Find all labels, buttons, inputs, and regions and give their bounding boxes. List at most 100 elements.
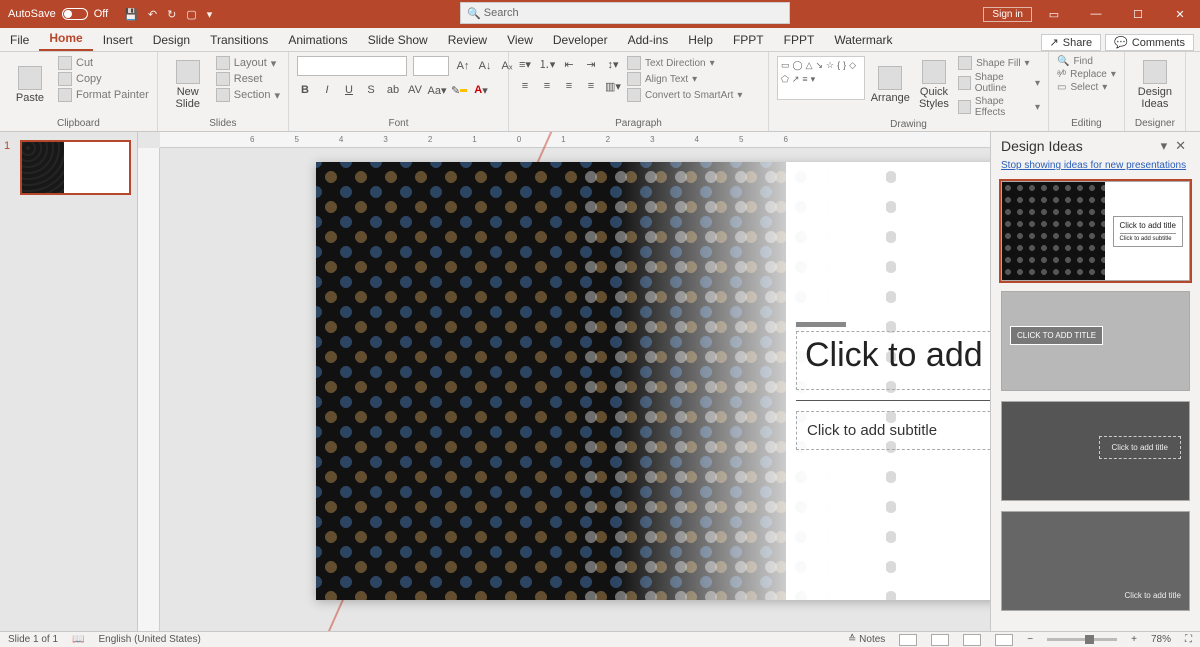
title-placeholder[interactable]: Click to add title (796, 331, 990, 390)
strike-button[interactable]: S (363, 82, 379, 98)
tab-watermark[interactable]: Watermark (824, 29, 902, 51)
case-button[interactable]: Aa▾ (429, 82, 445, 98)
tab-file[interactable]: File (0, 29, 39, 51)
tab-fppt2[interactable]: FPPT (774, 29, 825, 51)
tab-help[interactable]: Help (678, 29, 723, 51)
slide-canvas[interactable]: Click to add title Click to add subtitle (316, 162, 990, 600)
notes-button[interactable]: ≙ Notes (848, 634, 885, 645)
replace-button[interactable]: ᵃ⁄ᵇ Replace ▾ (1057, 69, 1116, 80)
indent-inc-button[interactable]: ⇥ (583, 56, 599, 72)
spacing-button[interactable]: AV (407, 82, 423, 98)
tab-fppt1[interactable]: FPPT (723, 29, 774, 51)
design-idea-2[interactable]: CLICK TO ADD TITLE (1001, 291, 1190, 391)
new-slide-button[interactable]: New Slide (166, 56, 210, 114)
design-ideas-button[interactable]: Design Ideas (1133, 56, 1177, 114)
indent-dec-button[interactable]: ⇤ (561, 56, 577, 72)
close-button[interactable]: ✕ (1160, 0, 1200, 28)
font-color-button[interactable]: A▾ (473, 82, 489, 98)
design-idea-3[interactable]: Click to add title (1001, 401, 1190, 501)
tab-animations[interactable]: Animations (278, 29, 357, 51)
format-painter-button[interactable]: Format Painter (58, 88, 149, 102)
design-ideas-icon (1143, 60, 1167, 84)
ribbon-display-icon[interactable]: ▭ (1034, 0, 1074, 28)
tab-design[interactable]: Design (143, 29, 200, 51)
copy-button[interactable]: Copy (58, 72, 149, 86)
design-idea-4[interactable]: Click to add title (1001, 511, 1190, 611)
normal-view-button[interactable] (899, 634, 917, 646)
zoom-out-button[interactable]: − (1027, 634, 1033, 645)
shape-fill-button[interactable]: Shape Fill ▾ (958, 56, 1040, 70)
text-direction-button[interactable]: Text Direction ▾ (627, 56, 742, 70)
select-button[interactable]: ▭ Select ▾ (1057, 82, 1116, 93)
tab-developer[interactable]: Developer (543, 29, 618, 51)
maximize-button[interactable]: ☐ (1118, 0, 1158, 28)
sorter-view-button[interactable] (931, 634, 949, 646)
reset-button[interactable]: Reset (216, 72, 280, 86)
pane-dropdown-icon[interactable]: ▾ (1157, 138, 1172, 154)
zoom-in-button[interactable]: + (1131, 634, 1137, 645)
bold-button[interactable]: B (297, 82, 313, 98)
align-text-button[interactable]: Align Text ▾ (627, 72, 742, 86)
justify-button[interactable]: ≡ (583, 78, 599, 94)
slide-thumbnail-1[interactable] (20, 140, 131, 195)
redo-icon[interactable]: ↻ (167, 8, 176, 21)
align-center-button[interactable]: ≡ (539, 78, 555, 94)
bullets-button[interactable]: ≡▾ (517, 56, 533, 72)
language-status[interactable]: English (United States) (99, 634, 201, 645)
slide-editor[interactable]: 6543210123456 Click to add title Click t… (138, 132, 990, 631)
spellcheck-icon[interactable]: 📖 (72, 634, 84, 645)
underline-button[interactable]: U (341, 82, 357, 98)
tab-view[interactable]: View (497, 29, 543, 51)
fit-window-button[interactable]: ⛶ (1185, 634, 1192, 645)
shapes-gallery[interactable]: ▭◯△↘☆{}◇⬠↗≡▾ (777, 56, 865, 100)
section-button[interactable]: Section ▾ (216, 88, 280, 102)
font-family-select[interactable] (297, 56, 407, 76)
zoom-slider[interactable] (1047, 638, 1117, 641)
tab-home[interactable]: Home (39, 27, 92, 51)
shape-effects-button[interactable]: Shape Effects ▾ (958, 96, 1040, 118)
cut-button[interactable]: Cut (58, 56, 149, 70)
line-spacing-button[interactable]: ↕▾ (605, 56, 621, 72)
align-right-button[interactable]: ≡ (561, 78, 577, 94)
tab-review[interactable]: Review (438, 29, 497, 51)
font-size-select[interactable] (413, 56, 449, 76)
increase-font-icon[interactable]: A↑ (455, 58, 471, 74)
undo-icon[interactable]: ↶ (148, 8, 157, 21)
autosave-toggle[interactable]: AutoSave Off (0, 8, 116, 20)
highlight-color-button[interactable]: ✎ (451, 82, 467, 98)
share-button[interactable]: ↗Share (1041, 34, 1102, 51)
save-icon[interactable]: 💾 (124, 8, 138, 21)
minimize-button[interactable]: — (1076, 0, 1116, 28)
columns-button[interactable]: ▥▾ (605, 78, 621, 94)
tab-addins[interactable]: Add-ins (618, 29, 679, 51)
tab-slideshow[interactable]: Slide Show (358, 29, 438, 51)
slideshow-view-button[interactable] (995, 634, 1013, 646)
tab-insert[interactable]: Insert (93, 29, 143, 51)
reading-view-button[interactable] (963, 634, 981, 646)
shadow-button[interactable]: ab (385, 82, 401, 98)
sign-in-button[interactable]: Sign in (983, 7, 1032, 22)
comments-button[interactable]: 💬Comments (1105, 34, 1194, 51)
arrange-button[interactable]: Arrange (871, 56, 910, 114)
decrease-font-icon[interactable]: A↓ (477, 58, 493, 74)
align-left-button[interactable]: ≡ (517, 78, 533, 94)
slide-thumbnails-panel: 1 (0, 132, 138, 631)
italic-button[interactable]: I (319, 82, 335, 98)
zoom-level[interactable]: 78% (1151, 634, 1171, 645)
smartart-button[interactable]: Convert to SmartArt ▾ (627, 88, 742, 102)
stop-ideas-link[interactable]: Stop showing ideas for new presentations (991, 160, 1200, 177)
shape-outline-button[interactable]: Shape Outline ▾ (958, 72, 1040, 94)
start-slideshow-icon[interactable]: ▢ (186, 8, 196, 21)
design-idea-1[interactable]: Click to add titleClick to add subtitle (1001, 181, 1190, 281)
ribbon: Paste Cut Copy Format Painter Clipboard … (0, 52, 1200, 132)
tab-transitions[interactable]: Transitions (200, 29, 278, 51)
paste-button[interactable]: Paste (8, 56, 52, 114)
subtitle-placeholder[interactable]: Click to add subtitle (796, 411, 990, 450)
search-box[interactable]: 🔍 Search (460, 2, 790, 24)
qat-dropdown-icon[interactable]: ▾ (207, 8, 213, 21)
find-button[interactable]: 🔍 Find (1057, 56, 1116, 67)
pane-close-icon[interactable]: ✕ (1171, 138, 1190, 154)
numbering-button[interactable]: ⒈▾ (539, 56, 555, 72)
layout-button[interactable]: Layout ▾ (216, 56, 280, 70)
quick-styles-button[interactable]: Quick Styles (916, 56, 952, 114)
